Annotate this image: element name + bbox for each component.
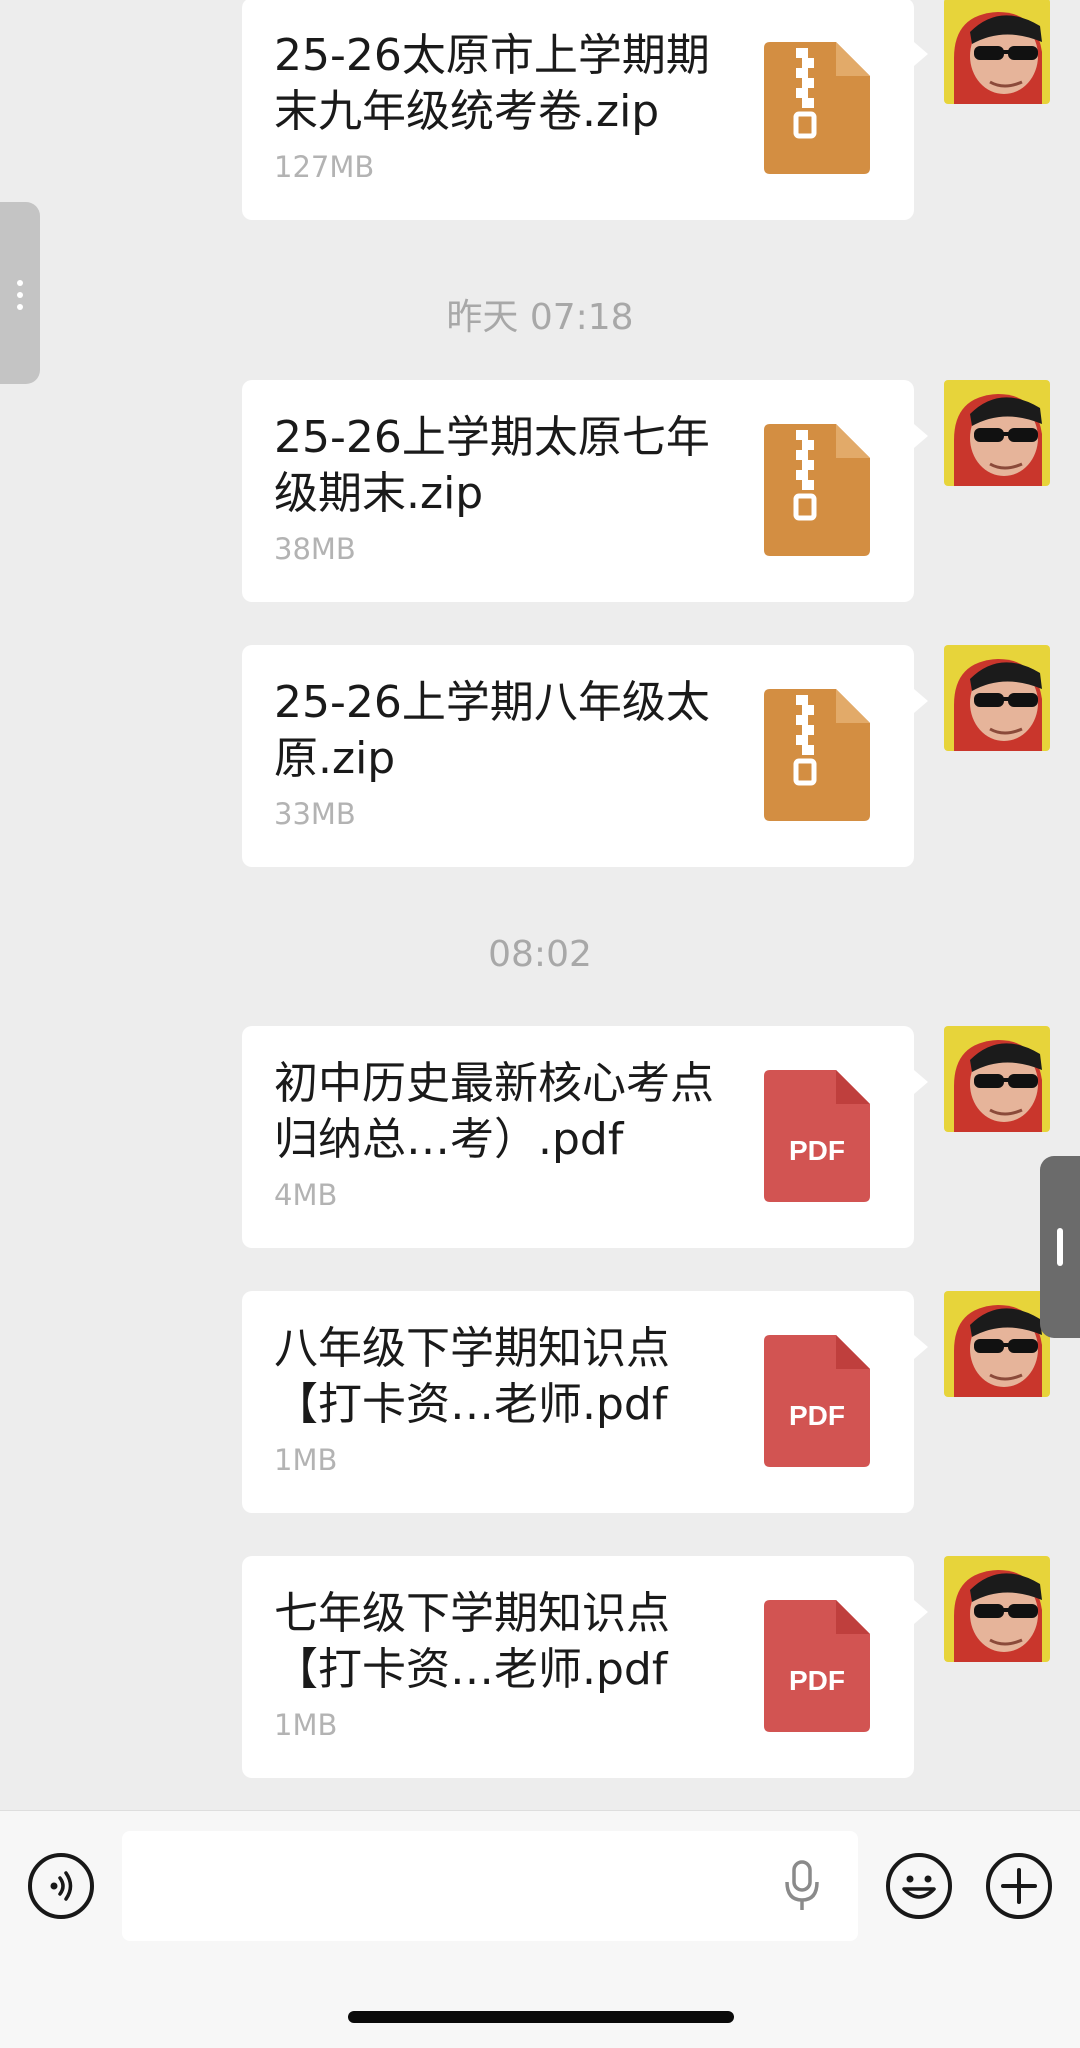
timestamp: 08:02 bbox=[488, 934, 592, 975]
home-indicator[interactable] bbox=[348, 2011, 734, 2023]
message-row: 初中历史最新核心考点归纳总…考）.pdf 4MB PDF bbox=[0, 1026, 1080, 1248]
pdf-file-icon: PDF bbox=[764, 1335, 870, 1467]
file-message-bubble[interactable]: 八年级下学期知识点【打卡资…老师.pdf 1MB PDF bbox=[242, 1291, 928, 1513]
emoji-button[interactable] bbox=[886, 1853, 952, 1919]
file-size: 127MB bbox=[274, 150, 375, 184]
avatar[interactable] bbox=[944, 1026, 1050, 1132]
file-message-bubble[interactable]: 初中历史最新核心考点归纳总…考）.pdf 4MB PDF bbox=[242, 1026, 928, 1248]
file-size: 33MB bbox=[274, 797, 356, 831]
chat-screen: 25-26太原市上学期期末九年级统考卷.zip 127MB 昨天 07:18 2… bbox=[0, 0, 1080, 2048]
message-input[interactable] bbox=[122, 1831, 858, 1941]
avatar[interactable] bbox=[944, 1556, 1050, 1662]
message-row: 八年级下学期知识点【打卡资…老师.pdf 1MB PDF bbox=[0, 1291, 1080, 1513]
pdf-badge: PDF bbox=[789, 1665, 845, 1696]
file-name: 25-26太原市上学期期末九年级统考卷.zip bbox=[274, 30, 710, 137]
file-size: 1MB bbox=[274, 1443, 338, 1477]
pdf-badge: PDF bbox=[789, 1400, 845, 1431]
plus-icon bbox=[1001, 1868, 1037, 1904]
file-message-bubble[interactable]: 25-26上学期八年级太原.zip 33MB bbox=[242, 645, 928, 867]
zip-file-icon bbox=[764, 689, 870, 821]
file-name: 25-26上学期太原七年级期末.zip bbox=[274, 412, 710, 519]
zip-file-icon bbox=[764, 424, 870, 556]
emoji-icon bbox=[902, 1875, 936, 1899]
file-size: 38MB bbox=[274, 532, 356, 566]
message-row: 七年级下学期知识点【打卡资…老师.pdf 1MB PDF bbox=[0, 1556, 1080, 1778]
zip-file-icon bbox=[764, 42, 870, 174]
file-size: 4MB bbox=[274, 1178, 338, 1212]
timestamp: 昨天 07:18 bbox=[446, 297, 634, 338]
message-row: 25-26上学期太原七年级期末.zip 38MB bbox=[0, 380, 1080, 602]
message-row: 25-26上学期八年级太原.zip 33MB bbox=[0, 645, 1080, 867]
message-row: 25-26太原市上学期期末九年级统考卷.zip 127MB bbox=[0, 0, 1080, 220]
file-name: 八年级下学期知识点【打卡资…老师.pdf bbox=[274, 1323, 670, 1430]
microphone-icon[interactable] bbox=[782, 1858, 822, 1914]
right-edge-handle[interactable] bbox=[1040, 1156, 1080, 1338]
file-name: 初中历史最新核心考点归纳总…考）.pdf bbox=[274, 1058, 714, 1165]
file-size: 1MB bbox=[274, 1708, 338, 1742]
chat-input-bar bbox=[0, 1810, 1080, 2048]
avatar[interactable] bbox=[944, 380, 1050, 486]
voice-mode-button[interactable] bbox=[28, 1853, 94, 1919]
pdf-file-icon: PDF bbox=[764, 1070, 870, 1202]
file-name: 25-26上学期八年级太原.zip bbox=[274, 677, 710, 784]
voice-mode-icon bbox=[50, 1871, 73, 1901]
file-message-bubble[interactable]: 25-26上学期太原七年级期末.zip 38MB bbox=[242, 380, 928, 602]
add-button[interactable] bbox=[986, 1853, 1052, 1919]
pdf-file-icon: PDF bbox=[764, 1600, 870, 1732]
file-message-bubble[interactable]: 25-26太原市上学期期末九年级统考卷.zip 127MB bbox=[242, 0, 928, 220]
pdf-badge: PDF bbox=[789, 1135, 845, 1166]
avatar[interactable] bbox=[944, 645, 1050, 751]
file-name: 七年级下学期知识点【打卡资…老师.pdf bbox=[274, 1588, 670, 1695]
avatar[interactable] bbox=[944, 1291, 1050, 1397]
avatar[interactable] bbox=[944, 0, 1050, 104]
file-message-bubble[interactable]: 七年级下学期知识点【打卡资…老师.pdf 1MB PDF bbox=[242, 1556, 928, 1778]
